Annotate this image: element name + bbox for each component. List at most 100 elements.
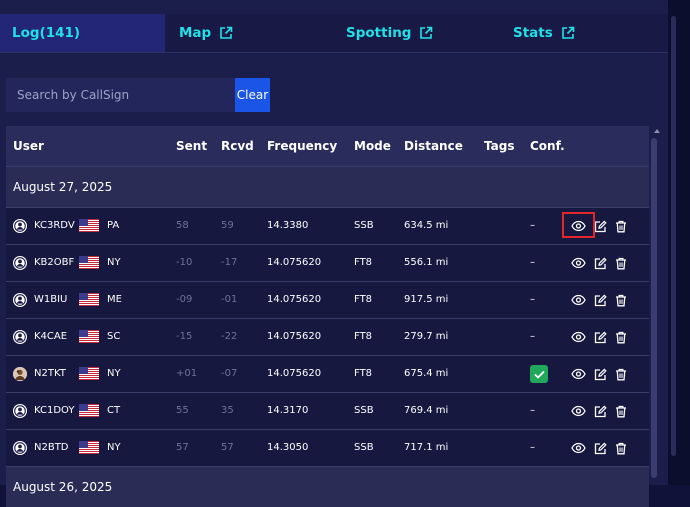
edit-button[interactable] [592,403,608,419]
edit-button[interactable] [592,366,608,382]
sent-report: -09 [176,294,193,305]
table-row[interactable]: K4CAE SC -15 -22 14.075620 FT8 279.7 mi – [6,318,649,355]
edit-button[interactable] [592,440,608,456]
frequency: 14.075620 [267,294,322,305]
view-button[interactable] [570,440,586,456]
frequency: 14.075620 [267,331,322,342]
tab-spotting[interactable]: Spotting [332,14,499,52]
table-row[interactable]: N2BTD NY 57 57 14.3050 SSB 717.1 mi – [6,429,649,466]
conf-value: – [530,294,535,305]
distance: 279.7 mi [404,331,449,342]
table-scrollbar[interactable] [649,126,668,485]
distance: 769.4 mi [404,405,449,416]
edit-button[interactable] [592,329,608,345]
tab-divider [0,52,668,53]
view-button[interactable] [570,329,586,345]
us-flag-icon [79,404,99,417]
view-button[interactable] [570,255,586,271]
callsign[interactable]: KC3RDV [34,220,75,231]
delete-button[interactable] [613,218,629,234]
delete-button[interactable] [613,292,629,308]
tab-map[interactable]: Map [165,14,332,52]
us-flag-icon [79,367,99,380]
table-row[interactable]: KB2OBF NY -10 -17 14.075620 FT8 556.1 mi – [6,244,649,281]
clear-button[interactable]: Clear [235,78,270,112]
column-sent[interactable]: Sent [176,139,207,153]
state: NY [107,442,121,453]
table-row[interactable]: KC3RDV PA 58 59 14.3380 SSB 634.5 mi – [6,207,649,244]
rcvd-report: -07 [221,368,238,379]
view-button[interactable] [570,403,586,419]
eye-icon [570,368,586,380]
view-button[interactable] [570,292,586,308]
table-header: User Sent Rcvd Frequency Mode Distance T… [6,126,649,166]
user-icon [13,219,27,233]
edit-icon [594,257,607,270]
callsign[interactable]: W1BIU [34,294,67,305]
callsign[interactable]: KB2OBF [34,257,74,268]
delete-button[interactable] [613,440,629,456]
scroll-up-arrow[interactable] [654,129,660,133]
conf-value: – [530,442,535,453]
callsign[interactable]: N2BTD [34,442,69,453]
table-row[interactable]: KC1DOY CT 55 35 14.3170 SSB 769.4 mi – [6,392,649,429]
table-row[interactable]: N2TKT NY +01 -07 14.075620 FT8 675.4 mi [6,355,649,392]
distance: 675.4 mi [404,368,449,379]
callsign[interactable]: KC1DOY [34,405,75,416]
column-frequency[interactable]: Frequency [267,139,337,153]
user-icon [13,256,27,270]
rcvd-report: -22 [221,331,238,342]
page-scrollbar[interactable] [671,16,676,456]
tab-stats-label: Stats [513,25,553,41]
mode: SSB [354,442,374,453]
column-rcvd[interactable]: Rcvd [221,139,254,153]
delete-button[interactable] [613,403,629,419]
column-user[interactable]: User [13,139,44,153]
edit-icon [594,368,607,381]
user-icon [13,330,27,344]
us-flag-icon [79,219,99,232]
eye-icon [570,405,586,417]
rcvd-report: -17 [221,257,238,268]
sent-report: +01 [176,368,198,379]
confirmed-check-icon [530,365,548,383]
delete-button[interactable] [613,329,629,345]
edit-icon [594,220,607,233]
column-mode[interactable]: Mode [354,139,391,153]
edit-button[interactable] [592,292,608,308]
view-button[interactable] [570,366,586,382]
user-icon [13,404,27,418]
us-flag-icon [79,441,99,454]
edit-icon [594,294,607,307]
us-flag-icon [79,293,99,306]
sent-report: 57 [176,442,189,453]
trash-icon [615,405,627,418]
us-flag-icon [79,330,99,343]
frequency: 14.3380 [267,220,309,231]
delete-button[interactable] [613,366,629,382]
column-distance[interactable]: Distance [404,139,463,153]
state: NY [107,368,121,379]
eye-icon [570,331,586,343]
search-input[interactable] [6,78,235,112]
table-row[interactable]: W1BIU ME -09 -01 14.075620 FT8 917.5 mi – [6,281,649,318]
callsign[interactable]: N2TKT [34,368,66,379]
tab-log[interactable]: Log(141) [0,14,165,52]
rcvd-report: 57 [221,442,234,453]
conf-value: – [530,405,535,416]
distance: 634.5 mi [404,220,449,231]
column-tags[interactable]: Tags [484,139,514,153]
scroll-thumb[interactable] [651,138,657,478]
tab-stats[interactable]: Stats [499,14,668,52]
edit-button[interactable] [592,255,608,271]
delete-button[interactable] [613,255,629,271]
column-conf[interactable]: Conf. [530,139,565,153]
frequency: 14.075620 [267,368,322,379]
mode: SSB [354,405,374,416]
eye-icon [570,442,586,454]
sent-report: 55 [176,405,189,416]
callsign[interactable]: K4CAE [34,331,67,342]
trash-icon [615,294,627,307]
mode: SSB [354,220,374,231]
mode: FT8 [354,257,373,268]
